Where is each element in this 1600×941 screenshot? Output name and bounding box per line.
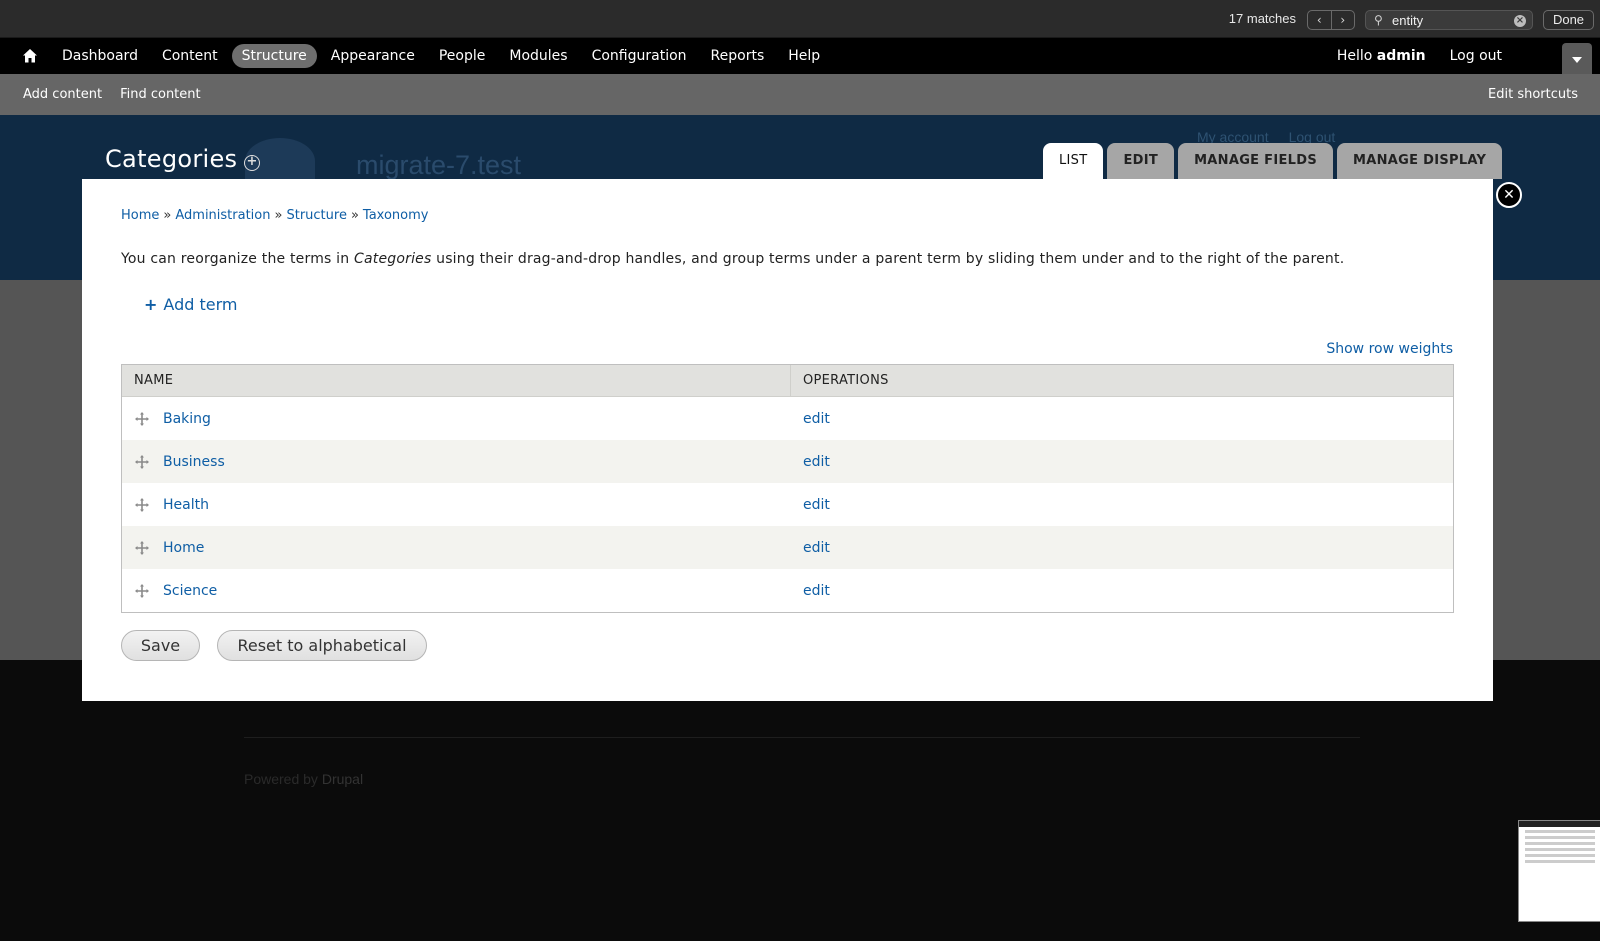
reset-alphabetical-button[interactable]: Reset to alphabetical (217, 630, 427, 661)
shortcut-find-content[interactable]: Find content (120, 87, 201, 102)
overlay-tabs: LIST EDIT MANAGE FIELDS MANAGE DISPLAY (1043, 143, 1506, 179)
breadcrumb-administration[interactable]: Administration (175, 208, 270, 223)
find-match-count: 17 matches (1228, 11, 1296, 26)
tab-manage-display[interactable]: MANAGE DISPLAY (1337, 143, 1503, 179)
shortcuts-list: Add content Find content (23, 74, 219, 115)
edit-link[interactable]: edit (791, 497, 830, 513)
drag-handle-icon[interactable] (134, 583, 150, 599)
background-site-name: migrate-7.test (356, 150, 522, 180)
user-area: Hello admin Log out (1337, 38, 1502, 74)
tab-list[interactable]: LIST (1043, 143, 1104, 179)
chevron-right-icon[interactable]: › (1330, 11, 1355, 29)
table-row: Health edit (122, 483, 1453, 526)
table-row: Home edit (122, 526, 1453, 569)
breadcrumb-taxonomy[interactable]: Taxonomy (363, 208, 429, 223)
chevron-left-icon[interactable]: ‹ (1308, 11, 1331, 29)
find-nav: ‹ › (1307, 10, 1355, 30)
page-title: Categories (105, 145, 238, 173)
shortcut-add-content[interactable]: Add content (23, 87, 102, 102)
table-row: Business edit (122, 440, 1453, 483)
find-bar: 17 matches ‹ › ⚲ entity × Done (0, 0, 1600, 38)
breadcrumb-home[interactable]: Home (121, 208, 159, 223)
drag-handle-icon[interactable] (134, 411, 150, 427)
edit-link[interactable]: edit (791, 454, 830, 470)
menu-item-content[interactable]: Content (152, 44, 228, 68)
column-header-operations: OPERATIONS (803, 373, 889, 388)
term-link[interactable]: Home (163, 540, 204, 556)
shortcuts-toggle-button[interactable] (1562, 43, 1592, 74)
term-link[interactable]: Science (163, 583, 217, 599)
menu-item-appearance[interactable]: Appearance (321, 44, 425, 68)
term-link[interactable]: Baking (163, 411, 211, 427)
tab-manage-fields[interactable]: MANAGE FIELDS (1178, 143, 1334, 179)
drag-handle-icon[interactable] (134, 497, 150, 513)
vocabulary-name: Categories (354, 251, 432, 267)
breadcrumb: Home» Administration» Structure» Taxonomy (121, 208, 429, 223)
plus-icon: + (144, 295, 158, 314)
find-done-button[interactable]: Done (1543, 10, 1594, 30)
drag-handle-icon[interactable] (134, 540, 150, 556)
edit-link[interactable]: edit (791, 411, 830, 427)
table-header: NAME OPERATIONS (122, 365, 1453, 397)
save-button[interactable]: Save (121, 630, 200, 661)
show-row-weights-link[interactable]: Show row weights (1326, 341, 1453, 357)
terms-table: NAME OPERATIONS Baking edit Business edi… (121, 364, 1454, 613)
shortcuts-bar: Add content Find content Edit shortcuts (0, 74, 1600, 115)
username-link[interactable]: admin (1377, 48, 1426, 64)
menu-item-reports[interactable]: Reports (701, 44, 775, 68)
edit-shortcuts-link[interactable]: Edit shortcuts (1488, 74, 1578, 115)
find-search-input[interactable]: ⚲ entity × (1365, 10, 1533, 30)
menu-item-modules[interactable]: Modules (499, 44, 577, 68)
menu-item-structure[interactable]: Structure (231, 44, 317, 68)
footer-divider (244, 737, 1360, 738)
close-icon[interactable]: ✕ (1496, 182, 1522, 208)
menu-item-dashboard[interactable]: Dashboard (52, 44, 148, 68)
add-shortcut-icon[interactable]: + (244, 155, 260, 171)
powered-by-drupal-link: Drupal (321, 771, 364, 787)
clear-icon[interactable]: × (1514, 15, 1526, 27)
search-icon: ⚲ (1374, 13, 1383, 27)
edit-link[interactable]: edit (791, 583, 830, 599)
find-search-value: entity (1392, 13, 1424, 28)
logout-link[interactable]: Log out (1450, 48, 1502, 64)
tab-edit[interactable]: EDIT (1107, 143, 1175, 179)
screenshot-thumbnail[interactable] (1518, 820, 1600, 922)
column-header-name: NAME (122, 365, 791, 396)
add-term-link[interactable]: + Add term (144, 295, 237, 314)
breadcrumb-structure[interactable]: Structure (286, 208, 346, 223)
menu-item-people[interactable]: People (429, 44, 496, 68)
table-row: Baking edit (122, 397, 1453, 440)
drag-handle-icon[interactable] (134, 454, 150, 470)
help-text: You can reorganize the terms in Categori… (121, 251, 1345, 267)
term-link[interactable]: Health (163, 497, 209, 513)
menu-item-configuration[interactable]: Configuration (582, 44, 697, 68)
admin-toolbar: Dashboard Content Structure Appearance P… (0, 38, 1600, 74)
powered-by: Powered by Drupal (244, 771, 364, 787)
user-greeting: Hello admin (1336, 48, 1426, 64)
table-row: Science edit (122, 569, 1453, 612)
menu-item-help[interactable]: Help (778, 44, 830, 68)
home-icon[interactable] (21, 47, 39, 65)
term-link[interactable]: Business (163, 454, 225, 470)
edit-link[interactable]: edit (791, 540, 830, 556)
admin-menu: Dashboard Content Structure Appearance P… (52, 38, 834, 74)
